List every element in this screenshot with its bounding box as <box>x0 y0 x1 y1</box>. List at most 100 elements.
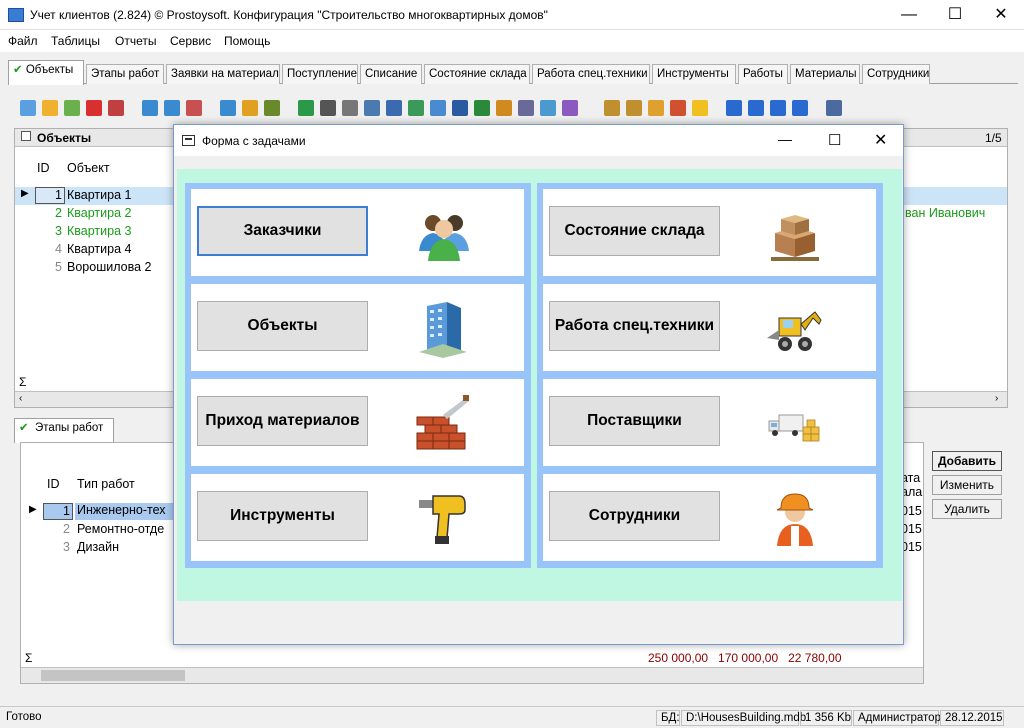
row-id: 5 <box>55 260 62 274</box>
new-record-icon[interactable] <box>20 100 36 116</box>
column-id[interactable]: ID <box>37 161 50 175</box>
employees-button[interactable]: Сотрудники <box>549 491 720 541</box>
sort-desc-icon[interactable] <box>626 100 642 116</box>
tab-works[interactable]: Работы <box>738 64 788 84</box>
table-icon[interactable] <box>540 100 556 116</box>
tab-employees[interactable]: Сотрудники <box>862 64 930 84</box>
suppliers-button[interactable]: Поставщики <box>549 396 720 446</box>
scroll-right-icon[interactable]: › <box>995 393 998 404</box>
print-icon[interactable] <box>342 100 358 116</box>
search-icon[interactable] <box>242 100 258 116</box>
add-button[interactable]: Добавить <box>932 451 1002 471</box>
row-date: 015 <box>901 522 922 536</box>
material-receipt-button[interactable]: Приход материалов <box>197 396 368 446</box>
scroll-left-icon[interactable]: ‹ <box>19 393 22 404</box>
tab-work-stages-lower[interactable]: ✔ Этапы работ <box>14 418 114 443</box>
next-record-icon[interactable] <box>770 100 786 116</box>
sigma-label: Σ <box>19 375 27 389</box>
first-record-icon[interactable] <box>726 100 742 116</box>
sigma-label: Σ <box>25 651 33 665</box>
check-icon: ✔ <box>13 64 23 76</box>
row-id: 2 <box>55 206 62 220</box>
menu-tables[interactable]: Таблицы <box>51 34 100 48</box>
sql-icon[interactable] <box>264 100 280 116</box>
column-id[interactable]: ID <box>47 477 60 491</box>
word-icon[interactable] <box>452 100 468 116</box>
row-name: Квартира 3 <box>67 224 132 238</box>
column-object[interactable]: Объект <box>67 161 110 175</box>
chart-icon[interactable] <box>562 100 578 116</box>
export-icon[interactable] <box>386 100 402 116</box>
tab-receipts[interactable]: Поступление <box>282 64 358 84</box>
lower-tabs: ✔ Этапы работ <box>14 418 114 443</box>
excel-icon[interactable] <box>474 100 490 116</box>
sort-asc-icon[interactable] <box>604 100 620 116</box>
export-html-icon[interactable] <box>430 100 446 116</box>
customers-button[interactable]: Заказчики <box>197 206 368 256</box>
menu-file[interactable]: Файл <box>8 34 38 48</box>
tab-materials[interactable]: Материалы <box>790 64 860 84</box>
last-record-icon[interactable] <box>792 100 808 116</box>
import-icon[interactable] <box>496 100 512 116</box>
menu-help[interactable]: Помощь <box>224 34 270 48</box>
tab-material-requests[interactable]: Заявки на материал <box>166 64 280 84</box>
delete-all-icon[interactable] <box>108 100 124 116</box>
tab-special-machinery[interactable]: Работа спец.техники <box>532 64 650 84</box>
calc-icon[interactable] <box>518 100 534 116</box>
app-icon <box>8 8 24 22</box>
task-card: Заказчики <box>191 189 524 276</box>
tab-warehouse-state[interactable]: Состояние склада <box>424 64 530 84</box>
dialog-close-button[interactable]: ✕ <box>874 130 887 150</box>
delete-button[interactable]: Удалить <box>932 499 1002 519</box>
tab-label: Объекты <box>25 64 74 76</box>
filter-clear-icon[interactable] <box>164 100 180 116</box>
tab-write-off[interactable]: Списание <box>360 64 422 84</box>
filter-settings-icon[interactable] <box>220 100 236 116</box>
db-size: 1 356 Kb <box>800 710 852 726</box>
close-button[interactable]: ✕ <box>978 0 1024 30</box>
special-machinery-button[interactable]: Работа спец.техники <box>549 301 720 351</box>
column-work-type[interactable]: Тип работ <box>77 477 135 491</box>
horizontal-scrollbar[interactable] <box>21 667 923 683</box>
dialog-maximize-button[interactable]: ☐ <box>828 131 841 149</box>
dialog-minimize-button[interactable]: — <box>778 131 792 147</box>
menu-reports[interactable]: Отчеты <box>115 34 156 48</box>
task-card: Сотрудники <box>543 474 876 561</box>
menu-service[interactable]: Сервис <box>170 34 211 48</box>
lightning-icon[interactable] <box>692 100 708 116</box>
minimize-button[interactable]: — <box>886 0 932 30</box>
report-icon[interactable] <box>648 100 664 116</box>
left-task-group: Заказчики Объекты Приход материалов Инст… <box>185 183 531 568</box>
scroll-thumb[interactable] <box>41 670 185 681</box>
form-icon[interactable] <box>826 100 842 116</box>
warehouse-state-button[interactable]: Состояние склада <box>549 206 720 256</box>
maximize-button[interactable]: ☐ <box>932 0 978 30</box>
status-text: Готово <box>6 711 42 723</box>
copy-icon[interactable] <box>64 100 80 116</box>
edit-button[interactable]: Изменить <box>932 475 1002 495</box>
tab-objects[interactable]: ✔ Объекты <box>8 60 84 85</box>
totals: 250 000,00 170 000,00 22 780,00 <box>648 651 842 665</box>
export-excel-icon[interactable] <box>408 100 424 116</box>
edit-icon[interactable] <box>42 100 58 116</box>
objects-button[interactable]: Объекты <box>197 301 368 351</box>
refresh-icon[interactable] <box>298 100 314 116</box>
binoculars-icon[interactable] <box>320 100 336 116</box>
row-name: Ворошилова 2 <box>67 260 152 274</box>
tab-tools[interactable]: Инструменты <box>652 64 736 84</box>
report-settings-icon[interactable] <box>670 100 686 116</box>
dialog-title: Форма с задачами <box>202 134 306 148</box>
drill-icon <box>419 495 466 544</box>
tasks-area: Заказчики Объекты Приход материалов Инст… <box>177 169 902 601</box>
prev-record-icon[interactable] <box>748 100 764 116</box>
tab-work-stages[interactable]: Этапы работ <box>86 64 164 84</box>
tools-button[interactable]: Инструменты <box>197 491 368 541</box>
row-date: 015 <box>901 540 922 554</box>
db-label: БД: <box>656 710 680 726</box>
filter-icon[interactable] <box>142 100 158 116</box>
delete-icon[interactable] <box>86 100 102 116</box>
preview-icon[interactable] <box>364 100 380 116</box>
boxes-icon <box>771 215 819 261</box>
row-name: Дизайн <box>77 540 120 554</box>
filter-remove-icon[interactable] <box>186 100 202 116</box>
